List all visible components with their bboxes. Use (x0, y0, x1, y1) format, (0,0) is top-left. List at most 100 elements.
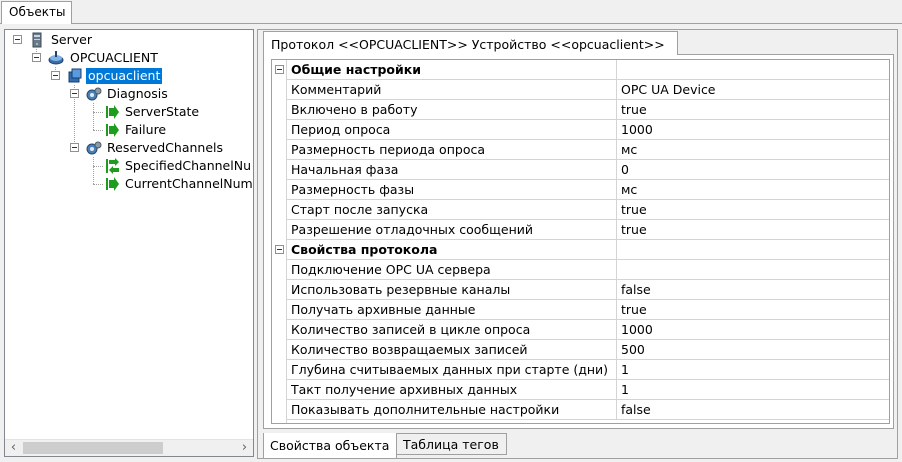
property-value[interactable]: true (617, 300, 889, 319)
tree-horizontal-scrollbar[interactable]: ‹ › (5, 439, 253, 456)
property-name: Комментарий (287, 80, 617, 99)
server-icon (32, 32, 42, 48)
property-grid[interactable]: Общие настройки Комментарий OPC UA Devic… (271, 59, 890, 424)
scroll-right-icon[interactable]: › (236, 440, 253, 456)
property-row[interactable]: Начальная фаза 0 (287, 160, 889, 180)
property-value[interactable]: OPC UA Device (617, 80, 889, 99)
tree-label-serverstate: ServerState (125, 104, 200, 119)
property-name: Такт получение архивных данных (287, 380, 617, 399)
property-name: Количество записей в цикле опроса (287, 320, 617, 339)
property-value[interactable]: true (617, 200, 889, 219)
property-value[interactable]: 0 (617, 160, 889, 179)
property-value[interactable]: 1000 (617, 320, 889, 339)
green-arrow-tag-icon (106, 105, 119, 119)
property-row[interactable]: Разрешение отладочных сообщений true (287, 220, 889, 240)
property-row[interactable]: Использовать резервные каналы false (287, 280, 889, 300)
property-name: Количество возвращаемых записей (287, 340, 617, 359)
category-protocol[interactable]: Свойства протокола (287, 240, 889, 260)
collapse-icon[interactable] (275, 65, 284, 74)
property-row[interactable]: Подключение OPC UA сервера (287, 260, 889, 280)
tab-tag-table[interactable]: Таблица тегов (397, 433, 507, 455)
tree-node-serverstate[interactable]: ServerState (5, 103, 253, 121)
property-name: Показывать дополнительные настройки (287, 400, 617, 419)
property-row[interactable]: Размерность фазы мс (287, 180, 889, 200)
collapse-icon[interactable] (32, 53, 41, 62)
network-icon (48, 51, 64, 65)
property-name: Включено в работу (287, 100, 617, 119)
property-value[interactable]: false (617, 280, 889, 299)
collapse-icon[interactable] (13, 35, 22, 44)
tree-node-opcuaclient-group[interactable]: OPCUACLIENT (5, 49, 253, 67)
property-row[interactable]: Количество возвращаемых записей 500 (287, 340, 889, 360)
property-name: Разрешение отладочных сообщений (287, 220, 617, 239)
collapse-icon[interactable] (51, 71, 60, 80)
tree-label-server: Server (51, 32, 92, 47)
property-value[interactable]: 500 (617, 340, 889, 359)
property-value[interactable]: 1000 (617, 120, 889, 139)
scroll-thumb[interactable] (23, 442, 163, 454)
property-name: Глубина считываемых данных при старте (д… (287, 360, 617, 379)
property-row[interactable]: Включено в работу true (287, 100, 889, 120)
green-bidirectional-tag-icon (106, 158, 119, 174)
tree-node-currentchannel[interactable]: CurrentChannelNum (5, 175, 253, 193)
collapse-icon[interactable] (70, 143, 79, 152)
property-row[interactable]: Глубина считываемых данных при старте (д… (287, 360, 889, 380)
property-value[interactable]: true (617, 220, 889, 239)
tab-protocol-device[interactable]: Протокол <<OPCUACLIENT>> Устройство <<op… (263, 31, 678, 55)
tree-node-opcuaclient-device[interactable]: opcuaclient (5, 67, 253, 85)
property-name: Период опроса (287, 120, 617, 139)
property-value[interactable]: 1 (617, 380, 889, 399)
tree-label-failure: Failure (125, 122, 167, 137)
scroll-left-icon[interactable]: ‹ (5, 440, 22, 456)
collapse-icon[interactable] (70, 89, 79, 98)
tab-objects-label: Объекты (9, 5, 66, 19)
green-arrow-tag-icon (106, 177, 119, 191)
tree-label-specifiedchannel: SpecifiedChannelNu (125, 158, 251, 173)
tab-object-properties[interactable]: Свойства объекта (263, 433, 397, 459)
property-row[interactable]: Такт получение архивных данных 1 (287, 380, 889, 400)
property-row[interactable]: Получать архивные данные true (287, 300, 889, 320)
tree-label-opcuaclient-device: opcuaclient (86, 68, 163, 84)
property-name: Подключение OPC UA сервера (287, 260, 617, 279)
property-value[interactable]: true (617, 100, 889, 119)
category-general[interactable]: Общие настройки (287, 60, 889, 80)
property-name: Старт после запуска (287, 200, 617, 219)
tab-protocol-device-label: Протокол <<OPCUACLIENT>> Устройство <<op… (271, 37, 665, 52)
tree-node-diagnosis[interactable]: Diagnosis (5, 85, 253, 103)
tree-node-server[interactable]: Server (5, 31, 253, 49)
tree-label-opcuaclient-group: OPCUACLIENT (70, 50, 158, 65)
property-row[interactable]: Старт после запуска true (287, 200, 889, 220)
device-icon (68, 68, 82, 83)
tree-node-failure[interactable]: Failure (5, 121, 253, 139)
properties-panel: Протокол <<OPCUACLIENT>> Устройство <<op… (257, 29, 898, 459)
green-arrow-tag-icon (106, 123, 119, 137)
tab-content: Общие настройки Комментарий OPC UA Devic… (263, 55, 894, 429)
gear-folder-icon (86, 87, 102, 101)
property-row[interactable]: Показывать дополнительные настройки fals… (287, 400, 889, 420)
property-value[interactable]: мс (617, 180, 889, 199)
tab-object-properties-label: Свойства объекта (270, 438, 390, 453)
property-value[interactable]: мс (617, 140, 889, 159)
tree-node-reservedchannels[interactable]: ReservedChannels (5, 139, 253, 157)
tab-objects[interactable]: Объекты (1, 1, 72, 23)
property-name: Использовать резервные каналы (287, 280, 617, 299)
tree-label-currentchannel: CurrentChannelNum (125, 176, 253, 191)
property-row[interactable]: Количество записей в цикле опроса 1000 (287, 320, 889, 340)
tree-label-diagnosis: Diagnosis (107, 86, 168, 101)
collapse-icon[interactable] (275, 245, 284, 254)
property-name: Начальная фаза (287, 160, 617, 179)
tree-label-reservedchannels: ReservedChannels (107, 140, 224, 155)
property-value[interactable]: 1 (617, 360, 889, 379)
object-tree[interactable]: Server OPCUACLIENT opcuaclient Diagnosis (4, 29, 254, 457)
category-general-label: Общие настройки (287, 60, 617, 79)
property-row[interactable]: Период опроса 1000 (287, 120, 889, 140)
property-value[interactable] (617, 260, 889, 279)
property-name: Размерность фазы (287, 180, 617, 199)
property-row[interactable]: Размерность периода опроса мс (287, 140, 889, 160)
property-name: Получать архивные данные (287, 300, 617, 319)
property-row[interactable]: Комментарий OPC UA Device (287, 80, 889, 100)
gear-folder-icon (86, 141, 102, 155)
property-value[interactable]: false (617, 400, 889, 419)
objects-tabbar: Объекты (0, 0, 902, 24)
tree-node-specifiedchannel[interactable]: SpecifiedChannelNu (5, 157, 253, 175)
